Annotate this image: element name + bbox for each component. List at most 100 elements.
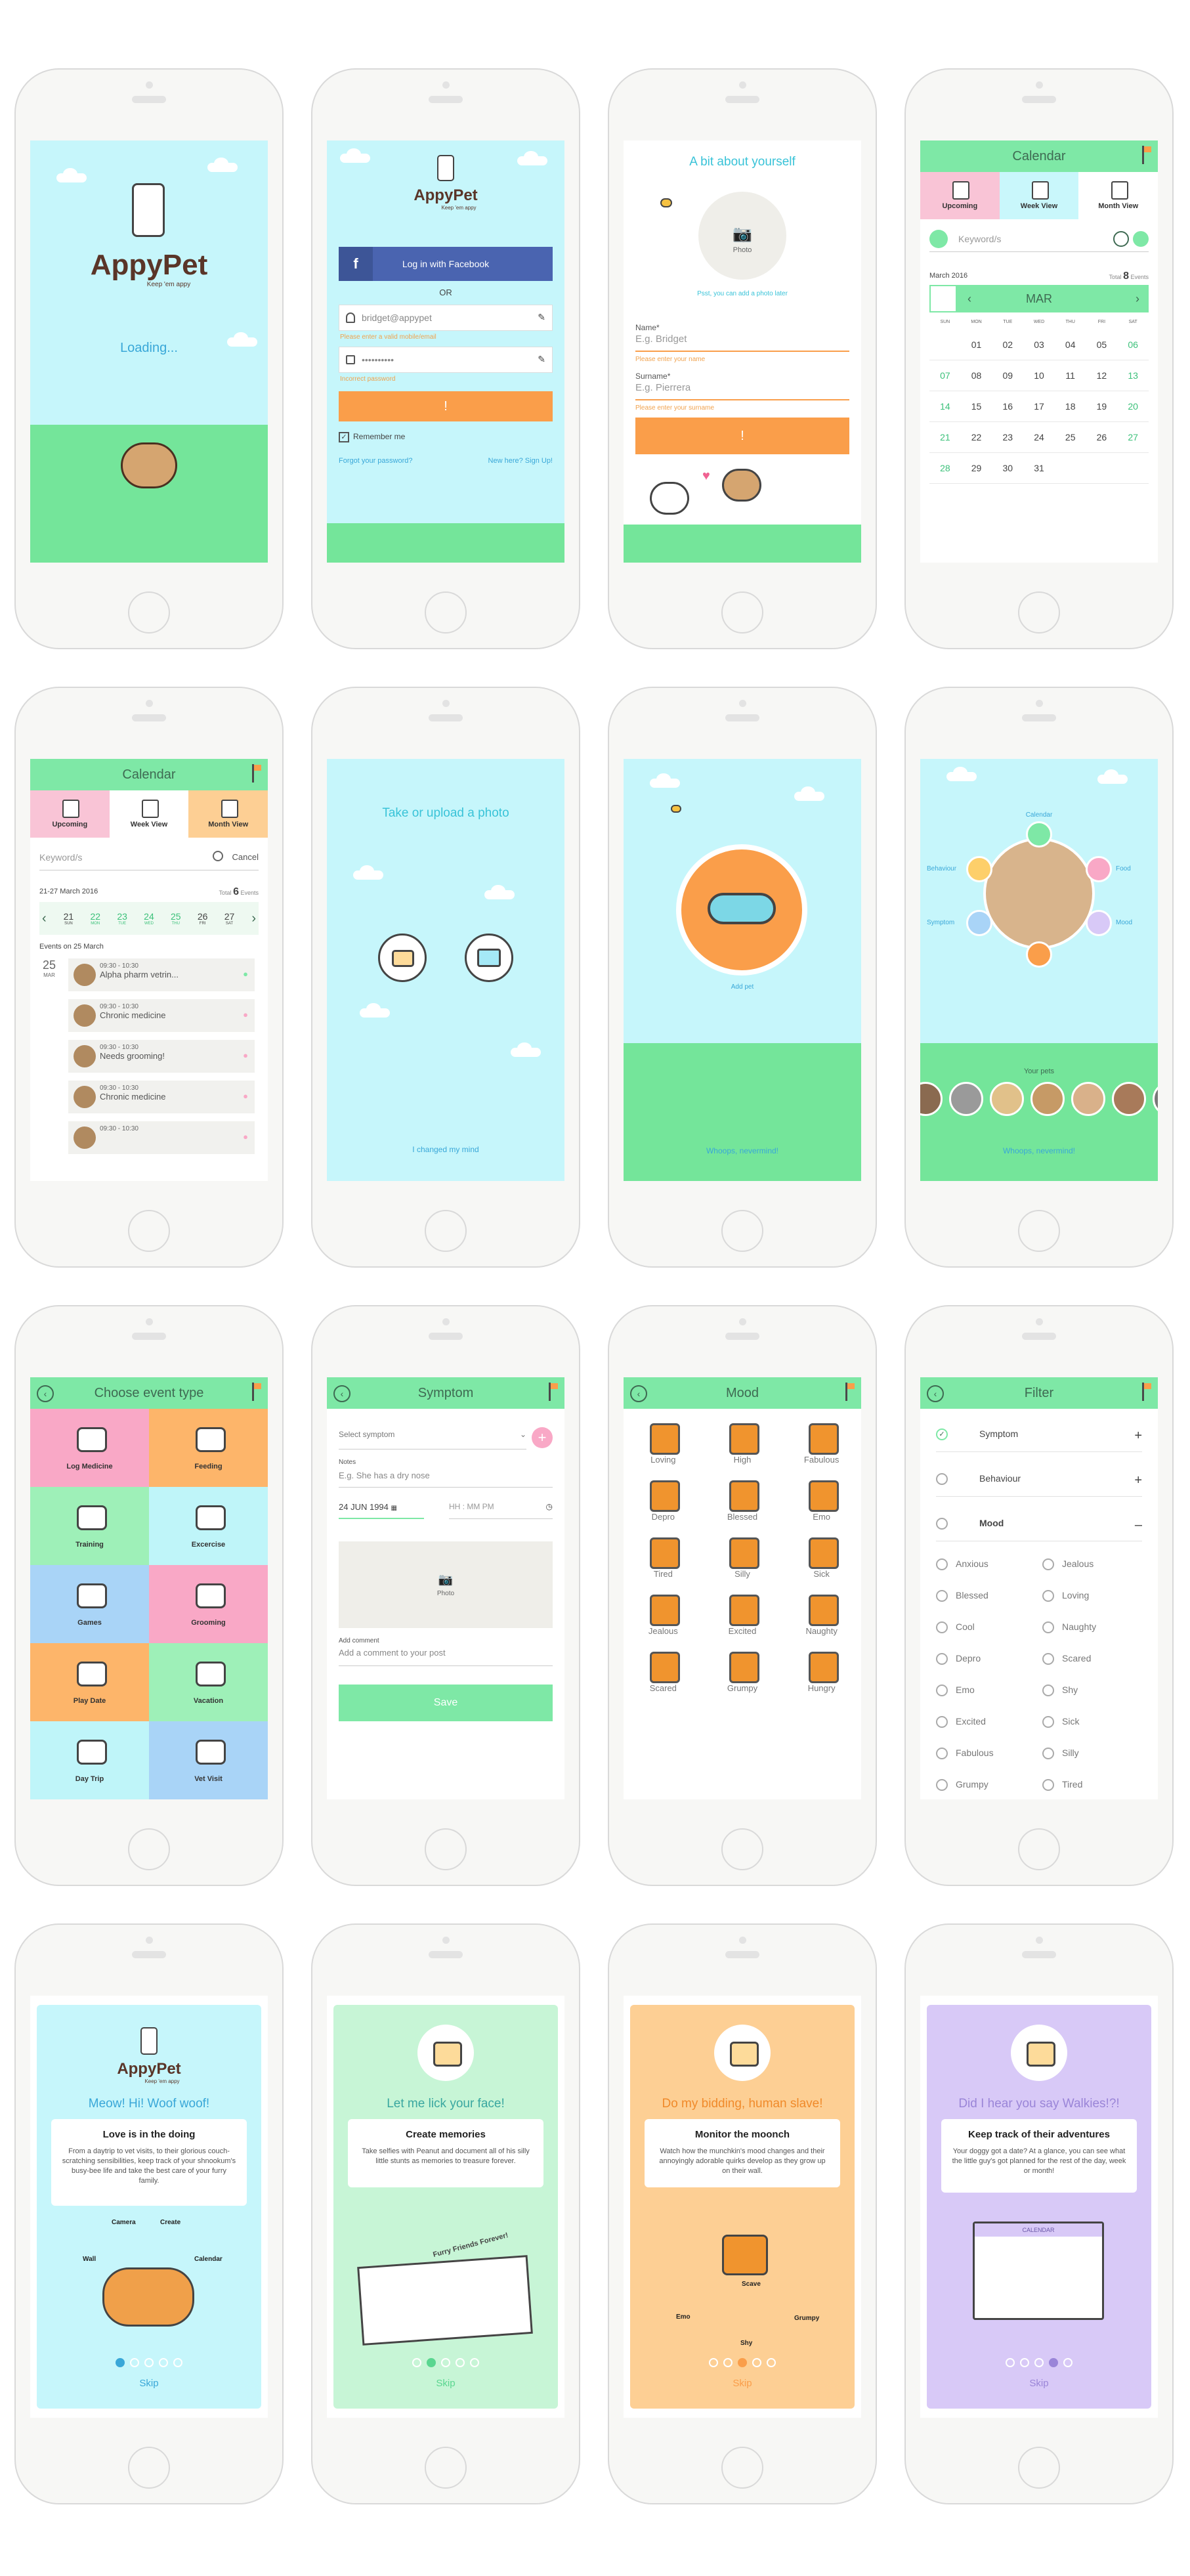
tab-month-view[interactable]: Month View [188,790,268,838]
page-dot[interactable] [144,2358,154,2367]
tab-upcoming[interactable]: Upcoming [920,172,1000,219]
home-button[interactable] [1018,1210,1060,1252]
skip-link[interactable]: Skip [927,2378,1151,2389]
login-submit-button[interactable]: ! [339,391,553,421]
week-day[interactable]: 26 FRI [198,911,208,926]
comment-field[interactable]: Add a comment to your post [339,1648,553,1666]
calendar-day[interactable]: 17 [1023,391,1055,422]
event-type-tile[interactable]: Play Date [30,1643,149,1721]
calendar-day[interactable]: 27 [1117,422,1149,453]
page-dot[interactable] [441,2358,450,2367]
mood-filter-option[interactable]: Blessed [936,1587,1042,1603]
pet-avatar[interactable] [1071,1082,1105,1116]
filter-icon[interactable] [929,230,948,248]
page-dot[interactable] [412,2358,421,2367]
calendar-day[interactable]: 11 [1054,360,1086,391]
search-bar[interactable]: Keyword/s Cancel [39,844,259,870]
mood-filter-option[interactable]: Scared [1042,1650,1149,1666]
mood-option[interactable]: Silly [703,1537,782,1579]
page-dot[interactable] [173,2358,182,2367]
home-button[interactable] [721,1828,763,1870]
add-symptom-button[interactable]: + [532,1427,553,1448]
mood-filter-option[interactable]: Tired [1042,1776,1149,1792]
page-dot[interactable] [767,2358,776,2367]
surname-field[interactable]: E.g. Pierrera [635,382,849,400]
event-row[interactable]: 09:30 - 10:30 Chronic medicine ● [68,1081,255,1113]
back-icon[interactable]: ‹ [333,1385,351,1402]
gallery-icon[interactable] [465,934,513,982]
submit-button[interactable]: ! [635,418,849,454]
calendar-day[interactable]: 29 [960,453,992,484]
signup-link[interactable]: New here? Sign Up! [488,457,553,465]
page-dot[interactable] [130,2358,139,2367]
facebook-login-button[interactable]: f Log in with Facebook [339,247,553,281]
calendar-day[interactable]: 22 [960,422,992,453]
calendar-day[interactable]: 24 [1023,422,1055,453]
pet-avatar[interactable] [1031,1082,1065,1116]
event-type-tile[interactable]: Games [30,1565,149,1643]
next-month-icon[interactable]: › [1136,285,1139,312]
skip-link[interactable]: Skip [333,2378,558,2389]
flag-icon[interactable] [844,1383,855,1401]
back-icon[interactable]: ‹ [927,1385,944,1402]
calendar-day[interactable]: 20 [1117,391,1149,422]
cancel-link[interactable]: Whoops, nevermind! [920,1146,1158,1155]
mood-option[interactable]: Hungry [782,1652,861,1693]
tab-week-view[interactable]: Week View [109,790,189,838]
back-icon[interactable]: ‹ [630,1385,647,1402]
calendar-icon[interactable] [929,285,957,312]
week-day[interactable]: 22 MON [90,911,100,926]
calendar-day[interactable]: 26 [1086,422,1118,453]
flag-icon[interactable] [251,1383,261,1401]
pet-avatar[interactable] [990,1082,1024,1116]
week-day[interactable]: 24 WED [144,911,154,926]
home-button[interactable] [425,591,467,633]
calendar-day[interactable]: 08 [960,360,992,391]
event-type-tile[interactable]: Training [30,1487,149,1565]
tab-week-view[interactable]: Week View [999,172,1079,219]
flag-icon[interactable] [1141,146,1151,164]
event-type-tile[interactable]: Excercise [149,1487,268,1565]
mood-option[interactable]: Depro [624,1480,703,1522]
event-row[interactable]: 09:30 - 10:30 Needs grooming! ● [68,1040,255,1073]
home-button[interactable] [128,2447,170,2489]
date-field[interactable]: 24 JUN 1994 ▦ [339,1502,424,1519]
home-button[interactable] [128,1828,170,1870]
add-pet-button[interactable] [676,844,807,976]
calendar-day[interactable]: 12 [1086,360,1118,391]
home-button[interactable] [721,2447,763,2489]
mood-option[interactable]: Sick [782,1537,861,1579]
camera-icon[interactable] [378,934,427,982]
home-button[interactable] [721,591,763,633]
calendar-day[interactable]: 06 [1117,330,1149,360]
mood-filter-option[interactable]: Anxious [936,1556,1042,1572]
home-button[interactable] [128,591,170,633]
pet-avatar[interactable] [1112,1082,1146,1116]
mood-filter-option[interactable]: Shy [1042,1682,1149,1698]
event-type-tile[interactable]: Day Trip [30,1721,149,1799]
mood-option[interactable]: Excited [703,1595,782,1636]
skip-link[interactable]: Skip [37,2378,261,2389]
home-button[interactable] [1018,591,1060,633]
mood-option[interactable]: Fabulous [782,1423,861,1465]
page-dot[interactable] [116,2358,125,2367]
calendar-day[interactable]: 31 [1023,453,1055,484]
filter-symptom[interactable]: ✓ Symptom + [936,1428,1142,1452]
mood-option[interactable]: Scared [624,1652,703,1693]
calendar-day[interactable]: 23 [992,422,1024,453]
edit-pencil-icon[interactable]: ✎ [538,312,545,323]
calendar-day[interactable]: 02 [992,330,1024,360]
page-dot[interactable] [456,2358,465,2367]
page-dot[interactable] [1020,2358,1029,2367]
mood-filter-option[interactable]: Cool [936,1619,1042,1635]
search-bar[interactable]: Keyword/s [929,226,1149,252]
home-button[interactable] [1018,1828,1060,1870]
name-field[interactable]: E.g. Bridget [635,333,849,352]
calendar-day[interactable]: 15 [960,391,992,422]
minus-icon[interactable]: – [1135,1518,1142,1533]
search-icon[interactable] [213,851,223,861]
page-dot[interactable] [738,2358,747,2367]
page-dot[interactable] [1049,2358,1058,2367]
symptom-menu-button[interactable] [966,910,992,936]
behaviour-menu-button[interactable] [966,856,992,882]
